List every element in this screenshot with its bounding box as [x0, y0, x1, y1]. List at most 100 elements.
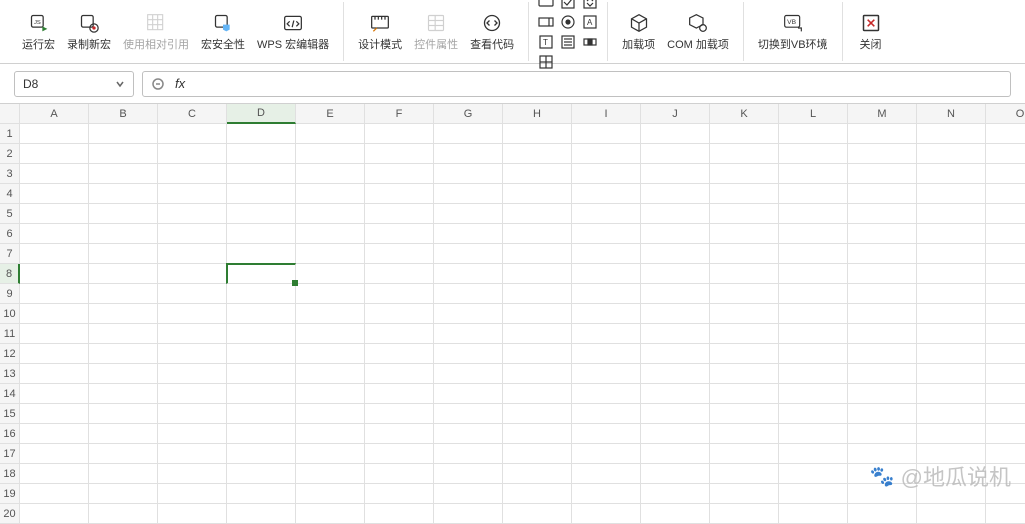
column-header[interactable]: E [296, 104, 365, 124]
cell[interactable] [641, 404, 710, 424]
cell[interactable] [296, 224, 365, 244]
cell[interactable] [227, 184, 296, 204]
cell[interactable] [848, 184, 917, 204]
cell[interactable] [986, 404, 1025, 424]
cell[interactable] [434, 404, 503, 424]
cell[interactable] [227, 324, 296, 344]
cell[interactable] [572, 244, 641, 264]
column-header[interactable]: B [89, 104, 158, 124]
cell[interactable] [434, 344, 503, 364]
column-header[interactable]: H [503, 104, 572, 124]
row-header[interactable]: 3 [0, 164, 20, 184]
cell[interactable] [917, 284, 986, 304]
cell[interactable] [917, 124, 986, 144]
cell[interactable] [779, 484, 848, 504]
cell[interactable] [365, 264, 434, 284]
cell[interactable] [917, 344, 986, 364]
column-header[interactable]: D [227, 104, 296, 124]
textbox-control-icon[interactable]: T [537, 33, 555, 51]
row-header[interactable]: 15 [0, 404, 20, 424]
cell[interactable] [20, 204, 89, 224]
cell[interactable] [917, 184, 986, 204]
cell[interactable] [779, 444, 848, 464]
cell[interactable] [848, 264, 917, 284]
cell[interactable] [779, 324, 848, 344]
row-header[interactable]: 10 [0, 304, 20, 324]
cell[interactable] [158, 224, 227, 244]
cell[interactable] [365, 124, 434, 144]
com-addins-button[interactable]: COM 加载项 [661, 8, 735, 56]
cell[interactable] [848, 144, 917, 164]
switch-vb-button[interactable]: VB 切换到VB环境 [752, 8, 834, 56]
cell[interactable] [641, 184, 710, 204]
cell[interactable] [20, 504, 89, 524]
cell[interactable] [917, 424, 986, 444]
cell[interactable] [986, 164, 1025, 184]
cell[interactable] [779, 344, 848, 364]
cell[interactable] [89, 224, 158, 244]
cell[interactable] [641, 284, 710, 304]
cell[interactable] [89, 424, 158, 444]
row-header[interactable]: 6 [0, 224, 20, 244]
cell[interactable] [20, 284, 89, 304]
cell[interactable] [227, 404, 296, 424]
cell[interactable] [503, 424, 572, 444]
cell[interactable] [710, 184, 779, 204]
cell[interactable] [917, 204, 986, 224]
cell[interactable] [158, 404, 227, 424]
cell[interactable] [227, 364, 296, 384]
row-header[interactable]: 16 [0, 424, 20, 444]
row-header[interactable]: 20 [0, 504, 20, 524]
cell[interactable] [641, 384, 710, 404]
cell[interactable] [779, 284, 848, 304]
cell[interactable] [710, 124, 779, 144]
cell[interactable] [848, 304, 917, 324]
row-header[interactable]: 2 [0, 144, 20, 164]
column-header[interactable]: L [779, 104, 848, 124]
cell[interactable] [779, 424, 848, 444]
cell[interactable] [227, 304, 296, 324]
cell[interactable] [779, 304, 848, 324]
cell[interactable] [848, 384, 917, 404]
cell[interactable] [503, 184, 572, 204]
cancel-formula-icon[interactable] [151, 77, 165, 91]
cell[interactable] [641, 224, 710, 244]
cell[interactable] [434, 464, 503, 484]
cell[interactable] [158, 244, 227, 264]
cell[interactable] [848, 124, 917, 144]
column-header[interactable]: J [641, 104, 710, 124]
cell[interactable] [848, 364, 917, 384]
cell[interactable] [710, 284, 779, 304]
cell[interactable] [158, 484, 227, 504]
name-box[interactable]: D8 [14, 71, 134, 97]
cell[interactable] [20, 484, 89, 504]
cell[interactable] [89, 484, 158, 504]
cell[interactable] [227, 164, 296, 184]
cell[interactable] [296, 504, 365, 524]
cell[interactable] [572, 504, 641, 524]
cell[interactable] [572, 284, 641, 304]
cell[interactable] [89, 144, 158, 164]
listbox-control-icon[interactable] [559, 33, 577, 51]
cell[interactable] [503, 124, 572, 144]
cell[interactable] [227, 464, 296, 484]
row-header[interactable]: 14 [0, 384, 20, 404]
cell[interactable] [710, 364, 779, 384]
cell[interactable] [848, 324, 917, 344]
cell[interactable] [848, 244, 917, 264]
cell[interactable] [20, 224, 89, 244]
row-header[interactable]: 4 [0, 184, 20, 204]
cell[interactable] [89, 404, 158, 424]
cell[interactable] [710, 264, 779, 284]
checkbox-control-icon[interactable] [559, 0, 577, 11]
cell[interactable] [986, 384, 1025, 404]
cell[interactable] [641, 464, 710, 484]
cell[interactable] [296, 424, 365, 444]
cell[interactable] [365, 304, 434, 324]
cell[interactable] [20, 404, 89, 424]
cell[interactable] [848, 344, 917, 364]
cell[interactable] [572, 484, 641, 504]
cell[interactable] [20, 324, 89, 344]
cell[interactable] [986, 144, 1025, 164]
cell[interactable] [296, 124, 365, 144]
